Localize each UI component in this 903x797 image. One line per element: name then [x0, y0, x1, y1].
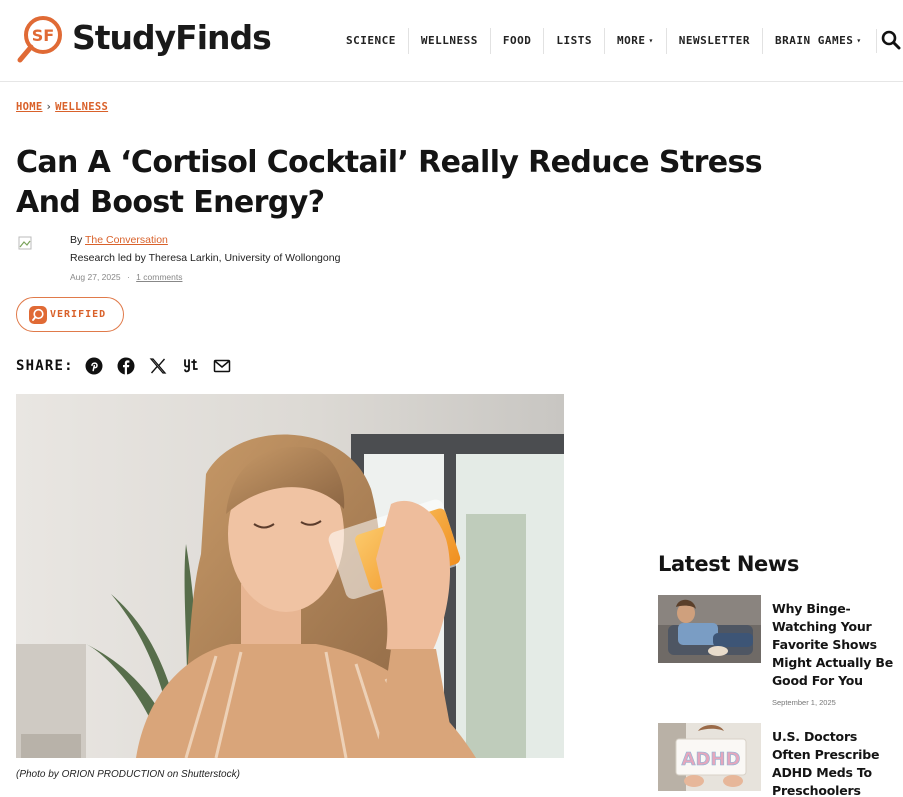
logo-text: StudyFinds [72, 17, 272, 57]
nav-newsletter[interactable]: NEWSLETTER [665, 28, 762, 54]
news-headline[interactable]: U.S. Doctors Often Prescribe ADHD Meds T… [772, 728, 897, 797]
comments-link[interactable]: 1 comments [136, 272, 182, 282]
nav-science[interactable]: SCIENCE [334, 28, 408, 54]
yummly-icon[interactable] [180, 356, 200, 376]
site-header: SF StudyFinds SCIENCE WELLNESS FOOD LIST… [0, 0, 903, 82]
nav-more[interactable]: MORE ▾ [603, 28, 666, 54]
logo-mark-text: SF [32, 26, 54, 45]
x-icon[interactable] [148, 356, 168, 376]
breadcrumb-separator: › [45, 101, 53, 113]
facebook-icon[interactable] [116, 356, 136, 376]
email-icon[interactable] [212, 356, 232, 376]
nav-lists[interactable]: LISTS [543, 28, 604, 54]
verified-logo-icon [29, 305, 47, 324]
breadcrumb-wellness[interactable]: WELLNESS [55, 101, 108, 113]
chevron-down-icon: ▾ [856, 36, 862, 45]
publish-date: Aug 27, 2025 [70, 272, 121, 282]
research-credit: Research led by Theresa Larkin, Universi… [70, 252, 341, 264]
search-button[interactable] [876, 29, 901, 53]
share-bar: SHARE: [16, 356, 244, 376]
article-title: Can A ‘Cortisol Cocktail’ Really Reduce … [16, 145, 763, 220]
nav-food[interactable]: FOOD [489, 28, 544, 54]
magnifier-logo-icon: SF [16, 14, 66, 64]
author-link[interactable]: The Conversation [85, 234, 168, 246]
author-avatar [18, 236, 32, 250]
verified-label: VERIFIED [50, 309, 107, 320]
breadcrumb: HOME › WELLNESS [16, 101, 108, 113]
adhd-sign-text: ADHD [682, 749, 741, 770]
main-nav: SCIENCE WELLNESS FOOD LISTS MORE ▾ NEWSLE… [334, 28, 874, 54]
pinterest-icon[interactable] [84, 356, 104, 376]
article-meta: Aug 27, 2025 · 1 comments [70, 272, 182, 282]
verified-badge[interactable]: VERIFIED [16, 297, 124, 332]
byline-prefix: By [70, 234, 83, 246]
news-date: September 1, 2025 [772, 698, 836, 707]
site-logo[interactable]: SF StudyFinds [16, 14, 272, 64]
nav-wellness[interactable]: WELLNESS [407, 28, 490, 54]
article-hero-image [16, 394, 564, 758]
breadcrumb-home[interactable]: HOME [16, 101, 43, 113]
share-label: SHARE: [16, 358, 74, 374]
image-caption: (Photo by ORION PRODUCTION on Shuttersto… [16, 769, 240, 780]
news-headline[interactable]: Why Binge-Watching Your Favorite Shows M… [772, 600, 897, 690]
latest-news-title: Latest News [658, 552, 800, 576]
chevron-down-icon: ▾ [648, 36, 654, 45]
meta-separator: · [126, 272, 130, 282]
nav-brain-games[interactable]: BRAIN GAMES ▾ [762, 28, 874, 54]
news-thumbnail[interactable] [658, 595, 761, 663]
search-icon [881, 30, 901, 50]
byline: By The Conversation [70, 234, 168, 246]
news-thumbnail[interactable]: ADHD [658, 723, 761, 791]
